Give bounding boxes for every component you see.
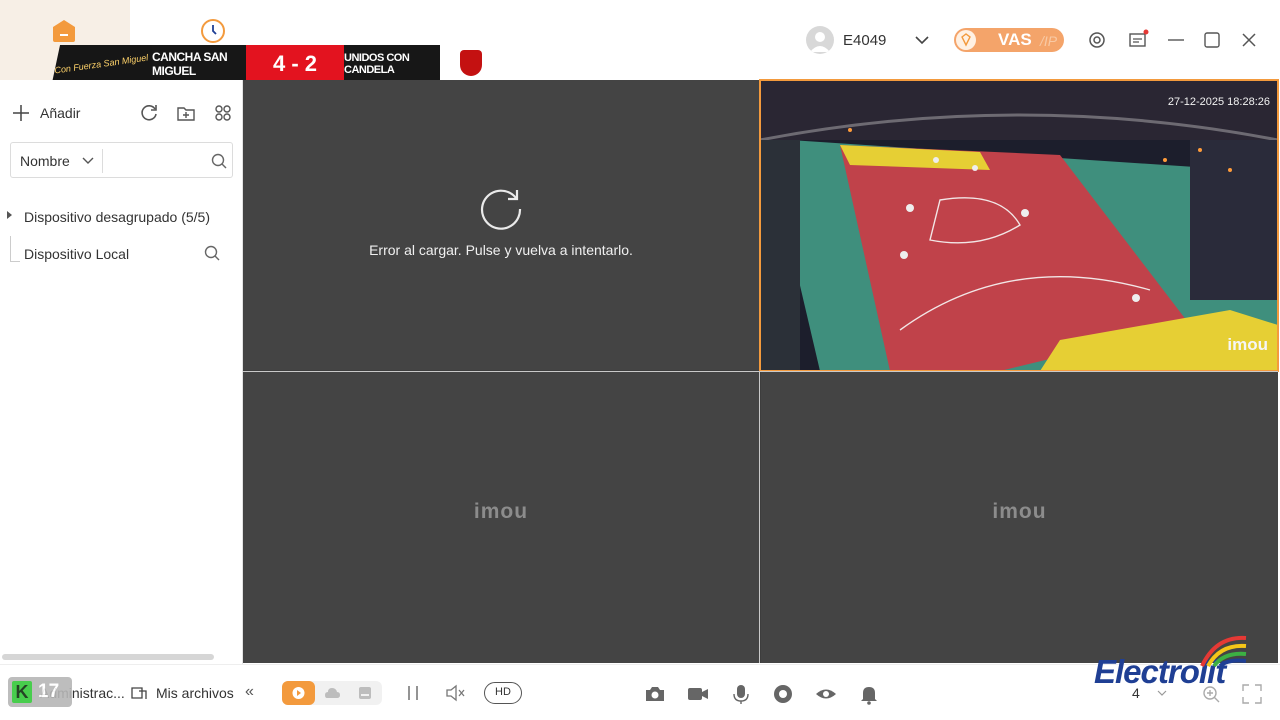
minimize-icon[interactable] [1165,29,1187,51]
channel-badge: K 17 [8,677,72,707]
mute-icon[interactable] [443,681,467,705]
app-window: Con Fuerza San Miguel CANCHA SAN MIGUEL … [0,0,1280,720]
video-pane-2-live[interactable]: 27-12-2025 18:28:26 imou [759,79,1279,372]
layout-select[interactable]: 4 [1132,685,1140,701]
match-score: 4 - 2 [246,45,344,83]
channel-badge-number: 17 [38,681,60,702]
search-icon[interactable] [203,244,221,262]
plus-icon [13,105,29,121]
add-device-label: Añadir [40,105,81,121]
username[interactable]: E4049 [843,32,886,49]
tree-group-ungrouped[interactable]: Dispositivo desagrupado (5/5) [24,209,210,225]
grid-divider-vertical [759,371,760,663]
k-logo-icon: K [12,681,32,703]
home-team-name: CANCHA SAN MIGUEL [152,45,250,83]
live-scoreboard-overlay: Con Fuerza San Miguel CANCHA SAN MIGUEL … [48,43,492,85]
diamond-icon [956,30,976,50]
play-icon [292,687,305,699]
hd-quality-button[interactable]: HD [484,682,522,704]
vas-suffix: /IP [1040,33,1058,49]
message-icon[interactable] [1127,29,1149,51]
device-sidebar: Añadir Nombre Dispositivo desagrupado (5… [0,80,243,664]
electrolit-logo-arc [1200,635,1247,668]
my-files-link[interactable]: Mis archivos [156,685,234,701]
collapse-sidebar-button[interactable]: « [245,683,254,701]
add-device-button[interactable]: Añadir [12,102,80,124]
sidebar-scrollbar[interactable] [2,654,214,660]
load-error-message: Error al cargar. Pulse y vuelva a intent… [369,242,633,258]
live-mode-button[interactable] [282,681,315,705]
away-team-name: UNIDOS CON CANDELA [344,45,440,83]
tree-connector [10,236,20,262]
grid-divider-horizontal [243,371,1278,372]
search-icon[interactable] [210,152,228,170]
video-pane-4[interactable]: imou [761,372,1278,663]
video-pane-3[interactable]: imou [243,372,759,663]
reload-icon[interactable] [476,183,526,233]
microphone-icon[interactable] [729,682,753,706]
clock-icon[interactable] [200,18,226,44]
ptz-icon[interactable] [771,682,795,706]
video-grid: Error al cargar. Pulse y vuelva a intent… [243,79,1279,663]
imou-watermark: imou [992,500,1047,523]
record-icon[interactable] [686,682,710,706]
filter-separator [102,149,103,173]
cloud-icon[interactable] [320,681,344,705]
chevron-down-icon[interactable] [81,154,95,168]
video-pane-1[interactable]: Error al cargar. Pulse y vuelva a intent… [243,80,759,370]
imou-watermark: imou [1227,335,1268,354]
zoom-icon[interactable] [1199,682,1223,706]
avatar[interactable] [806,26,834,54]
tree-group-local[interactable]: Dispositivo Local [24,246,129,262]
refresh-icon[interactable] [138,102,160,124]
folder-icon[interactable] [130,685,148,701]
gear-icon[interactable] [1086,29,1108,51]
search-input[interactable] [107,149,205,173]
add-folder-icon[interactable] [175,102,197,124]
camera-icon[interactable] [643,682,667,706]
expand-arrow-icon[interactable] [7,211,12,219]
live-camera-feed [760,80,1278,371]
grid-icon[interactable] [212,102,234,124]
fullscreen-icon[interactable] [1240,682,1264,706]
live-timestamp: 27-12-2025 18:28:26 [1167,96,1270,108]
imou-watermark: imou [473,500,529,523]
bell-icon[interactable] [857,682,881,706]
close-icon[interactable] [1238,29,1260,51]
filter-field-select[interactable]: Nombre [20,153,70,169]
title-bar: Con Fuerza San Miguel CANCHA SAN MIGUEL … [0,0,1280,84]
pause-icon[interactable] [401,681,425,705]
maximize-icon[interactable] [1201,29,1223,51]
vas-label: VAS [998,30,1032,49]
storage-icon[interactable] [353,681,377,705]
bottom-toolbar: Administrac... K 17 Mis archivos « HD El… [0,653,1280,720]
away-team-crest [460,50,482,76]
home-icon[interactable] [51,18,77,44]
eye-icon[interactable] [814,682,838,706]
chevron-down-icon[interactable] [1156,687,1168,699]
chevron-down-icon[interactable] [913,32,931,48]
device-search-box: Nombre [10,142,233,178]
